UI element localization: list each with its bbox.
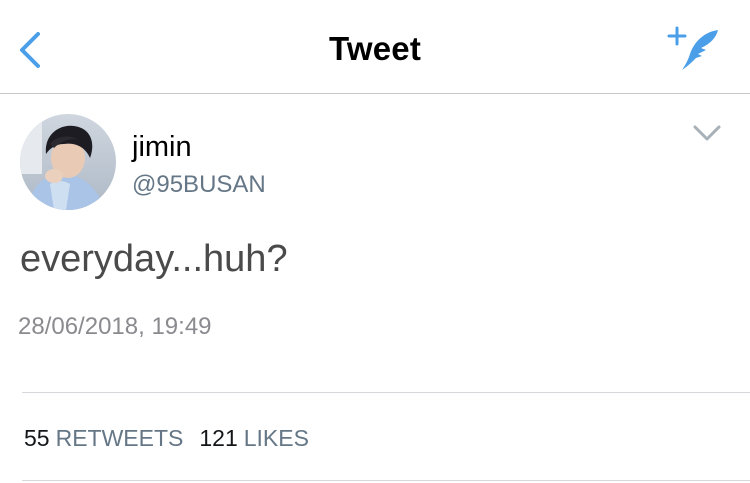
retweets-label: RETWEETS xyxy=(55,425,184,451)
likes-count: 121 xyxy=(199,425,238,451)
author-handle[interactable]: @95BUSAN xyxy=(132,173,266,197)
compose-tweet-button[interactable] xyxy=(664,24,724,74)
likes-stat[interactable]: 121 LIKES xyxy=(199,425,309,451)
retweets-stat[interactable]: 55 RETWEETS xyxy=(24,425,183,451)
profile-photo xyxy=(20,114,116,210)
author-display-name[interactable]: jimin xyxy=(132,133,192,162)
page-title: Tweet xyxy=(328,30,422,67)
tweet-options-button[interactable] xyxy=(690,122,724,144)
compose-feather-icon xyxy=(667,26,718,70)
tweet-text: everyday...huh? xyxy=(20,238,288,280)
likes-label: LIKES xyxy=(243,425,309,451)
chevron-down-icon xyxy=(693,125,721,141)
tweet-stats: 55 RETWEETS 121 LIKES xyxy=(24,427,309,450)
divider xyxy=(22,392,750,393)
divider xyxy=(22,480,750,481)
navigation-bar: Tweet xyxy=(0,0,750,94)
tweet-timestamp: 28/06/2018, 19:49 xyxy=(18,313,212,340)
retweets-count: 55 xyxy=(24,425,50,451)
avatar[interactable] xyxy=(20,114,116,210)
